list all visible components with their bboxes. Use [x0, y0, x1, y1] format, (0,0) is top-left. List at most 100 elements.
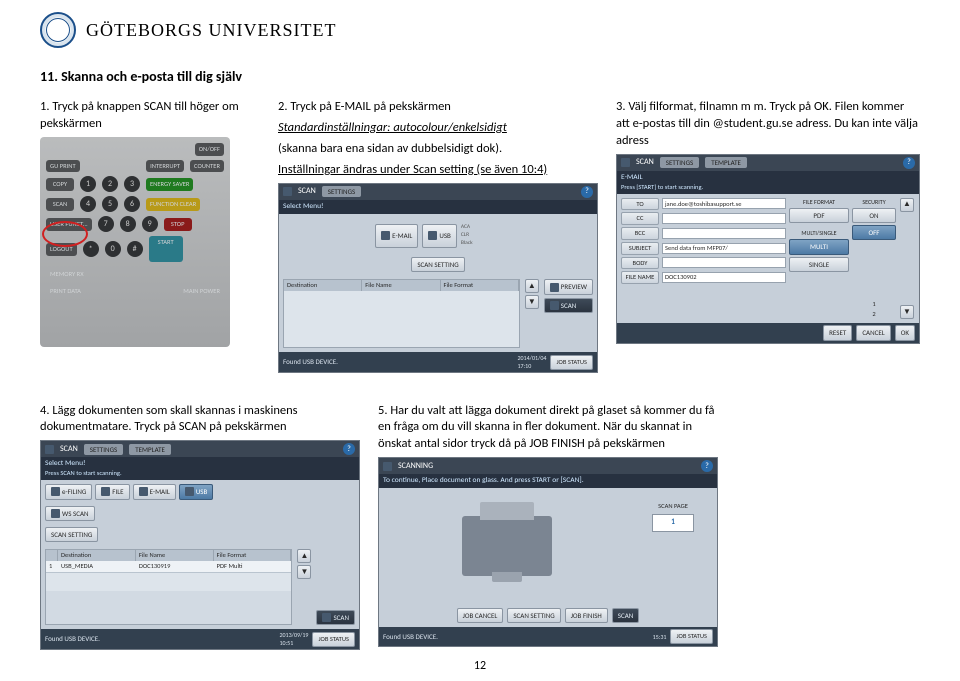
security-on-button[interactable]: ON — [852, 208, 896, 223]
bcc-field[interactable] — [662, 228, 786, 239]
scansetting-button[interactable]: SCAN SETTING — [507, 608, 560, 623]
keypad-2[interactable]: 2 — [102, 176, 118, 192]
scan-button-highlight-icon — [42, 221, 88, 247]
start-button[interactable]: START — [149, 236, 183, 262]
keypad-4[interactable]: 4 — [80, 196, 96, 212]
scroll-down-button[interactable]: ▼ — [297, 565, 311, 579]
touch-title: SCAN — [298, 186, 316, 197]
scansetting-button[interactable]: SCAN SETTING — [411, 257, 464, 272]
timestamp: 2013/09/19 10:51 — [279, 631, 308, 647]
step-3: 3. Välj filformat, filnamn m m. Tryck på… — [616, 99, 920, 373]
settings-tab[interactable]: SETTINGS — [660, 157, 699, 168]
preview-icon — [550, 283, 559, 292]
cancel-button[interactable]: CANCEL — [856, 325, 890, 340]
stop-button[interactable]: STOP — [164, 218, 192, 231]
file-button[interactable]: FILE — [95, 484, 129, 499]
multi-button[interactable]: MULTI — [789, 239, 849, 254]
help-icon[interactable]: ? — [903, 157, 915, 169]
scroll-up-button[interactable]: ▲ — [297, 549, 311, 563]
onoff-button[interactable]: ON/OFF — [195, 143, 224, 156]
row-index: 1 — [46, 561, 58, 572]
cc-label[interactable]: CC — [621, 212, 659, 225]
help-icon[interactable]: ? — [581, 186, 593, 198]
page-indicator-1: 1 — [852, 300, 896, 309]
touch-header: SCAN SETTINGS ? — [279, 184, 597, 200]
step-5-text: 5. Har du valt att lägga dokument direkt… — [378, 403, 718, 454]
jobfinish-button[interactable]: JOB FINISH — [565, 608, 608, 623]
format-column: FILE FORMAT PDF MULTI/SINGLE MULTI SINGL… — [789, 198, 849, 320]
ok-button[interactable]: OK — [895, 325, 915, 340]
filename-label[interactable]: FILE NAME — [621, 271, 659, 284]
keypad-star[interactable]: * — [83, 241, 99, 257]
functionclear-button[interactable]: FUNCTION CLEAR — [146, 198, 200, 211]
scan-action-button[interactable]: SCAN — [316, 610, 355, 625]
template-tab[interactable]: TEMPLATE — [129, 444, 171, 455]
subject-field[interactable]: Send data from MFP07/ — [662, 243, 786, 254]
email-button[interactable]: E-MAIL — [133, 484, 176, 499]
usb-button[interactable]: USB — [422, 224, 457, 248]
keypad-6[interactable]: 6 — [124, 196, 140, 212]
single-button[interactable]: SINGLE — [789, 257, 849, 272]
scan-action-button[interactable]: SCAN — [544, 298, 593, 313]
efiling-button[interactable]: e-FILING — [45, 484, 92, 499]
filename-field[interactable]: DOC130902 — [662, 272, 786, 283]
reset-button[interactable]: RESET — [823, 325, 852, 340]
cc-field[interactable] — [662, 213, 786, 224]
jobstatus-button[interactable]: JOB STATUS — [550, 355, 593, 370]
security-off-button[interactable]: OFF — [852, 225, 896, 240]
counter-button[interactable]: COUNTER — [190, 160, 224, 173]
table-row[interactable]: 1 USB_MEDIA DOC130919 PDF Multi — [46, 561, 291, 573]
keypad-8[interactable]: 8 — [120, 216, 136, 232]
scroll-down-button[interactable]: ▼ — [900, 305, 914, 319]
copy-button[interactable]: COPY — [46, 178, 74, 191]
usb-button[interactable]: USB — [179, 484, 214, 499]
template-tab[interactable]: TEMPLATE — [705, 157, 747, 168]
body-label[interactable]: BODY — [621, 257, 659, 270]
keypad-hash[interactable]: # — [127, 241, 143, 257]
settings-tab[interactable]: SETTINGS — [84, 444, 123, 455]
email-button[interactable]: E-MAIL — [375, 224, 418, 248]
touch-title: SCAN — [636, 157, 654, 168]
steps-row-2: 4. Lägg dokumenten som skall skannas i m… — [40, 403, 920, 651]
press-scan-msg: Press SCAN to start scanning. — [45, 469, 355, 478]
usb-icon — [185, 487, 194, 496]
printer-control-panel: ON/OFF GU PRINT INTERRUPT COUNTER COPY 1… — [40, 137, 230, 347]
step-2-touchscreen: SCAN SETTINGS ? Select Menu! E-MAIL USB … — [278, 183, 598, 373]
keypad-0[interactable]: 0 — [105, 241, 121, 257]
scan-action-button[interactable]: SCAN — [612, 608, 640, 623]
scroll-down-button[interactable]: ▼ — [525, 295, 539, 309]
settings-tab[interactable]: SETTINGS — [322, 186, 361, 197]
mainpower-label: MAIN POWER — [179, 285, 224, 298]
keypad-3[interactable]: 3 — [124, 176, 140, 192]
scroll-up-button[interactable]: ▲ — [900, 198, 914, 212]
scan-button[interactable]: SCAN — [46, 198, 74, 211]
footer-msg: Found USB DEVICE. — [45, 634, 100, 643]
step-5-touchscreen: SCANNING ? To continue, Place document o… — [378, 457, 718, 647]
jobstatus-button[interactable]: JOB STATUS — [670, 629, 713, 644]
jobstatus-button[interactable]: JOB STATUS — [312, 632, 355, 647]
col-filename: File Name — [362, 280, 440, 291]
pdf-button[interactable]: PDF — [789, 208, 849, 223]
body-field[interactable] — [662, 257, 786, 268]
interrupt-button[interactable]: INTERRUPT — [146, 160, 184, 173]
jobcancel-button[interactable]: JOB CANCEL — [457, 608, 504, 623]
preview-button[interactable]: PREVIEW — [544, 279, 593, 294]
subject-label[interactable]: SUBJECT — [621, 242, 659, 255]
keypad-9[interactable]: 9 — [142, 216, 158, 232]
wsscan-button[interactable]: WS SCAN — [45, 506, 95, 521]
keypad-7[interactable]: 7 — [98, 216, 114, 232]
keypad-5[interactable]: 5 — [102, 196, 118, 212]
help-icon[interactable]: ? — [343, 443, 355, 455]
to-label[interactable]: TO — [621, 198, 659, 211]
to-field[interactable]: jane.doe@toshibasupport.se — [662, 198, 786, 209]
energysaver-button[interactable]: ENERGY SAVER — [146, 178, 193, 191]
guprint-button[interactable]: GU PRINT — [46, 160, 80, 173]
step-2-line2: Standardinställningar: autocolour/enkels… — [278, 120, 598, 137]
help-icon[interactable]: ? — [701, 460, 713, 472]
scroll-up-button[interactable]: ▲ — [525, 279, 539, 293]
step-5: 5. Har du valt att lägga dokument direkt… — [378, 403, 718, 651]
keypad-1[interactable]: 1 — [80, 176, 96, 192]
scansetting-button[interactable]: SCAN SETTING — [45, 527, 98, 542]
col-fileformat: File Format — [441, 280, 519, 291]
bcc-label[interactable]: BCC — [621, 227, 659, 240]
